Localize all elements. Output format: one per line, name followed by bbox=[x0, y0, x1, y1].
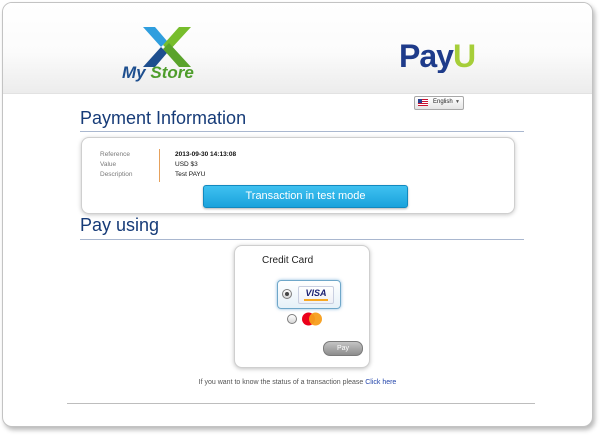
payu-logo: PayU bbox=[399, 39, 476, 73]
radio-selected-dot bbox=[285, 292, 289, 296]
reference-label: Reference bbox=[100, 151, 130, 158]
chevron-down-icon: ▼ bbox=[455, 99, 460, 105]
heading-divider bbox=[80, 239, 524, 240]
language-select[interactable]: English ▼ bbox=[414, 96, 464, 110]
visa-radio[interactable] bbox=[282, 289, 292, 299]
header: My Store PayU bbox=[3, 3, 592, 94]
us-flag-icon bbox=[418, 99, 428, 106]
description-value: Test PAYU bbox=[175, 171, 206, 178]
credit-card-panel: Credit Card VISA Pay bbox=[234, 245, 370, 368]
visa-label: VISA bbox=[305, 288, 327, 298]
language-label: English bbox=[433, 99, 453, 105]
credit-card-title: Credit Card bbox=[262, 255, 314, 266]
store-name: My Store bbox=[122, 63, 194, 83]
description-label: Description bbox=[100, 171, 133, 178]
status-note: If you want to know the status of a tran… bbox=[3, 379, 592, 386]
mastercard-icon bbox=[302, 312, 322, 326]
mastercard-radio[interactable] bbox=[287, 314, 297, 324]
visa-stripe bbox=[304, 299, 328, 301]
store-name-part1: My bbox=[122, 63, 146, 82]
reference-value: 2013-09-30 14:13:08 bbox=[175, 151, 237, 158]
payment-information-heading: Payment Information bbox=[80, 108, 247, 128]
mastercard-option[interactable] bbox=[287, 312, 327, 326]
pay-using-heading: Pay using bbox=[80, 215, 160, 235]
visa-card-icon: VISA bbox=[298, 286, 334, 304]
svg-text:PayU: PayU bbox=[399, 39, 475, 73]
heading-divider bbox=[80, 131, 524, 132]
payment-window: My Store PayU English ▼ Payment Informat… bbox=[2, 2, 593, 427]
info-divider bbox=[159, 149, 160, 182]
pay-button[interactable]: Pay bbox=[323, 341, 363, 356]
status-note-text: If you want to know the status of a tran… bbox=[198, 379, 366, 386]
footer-divider bbox=[67, 403, 535, 404]
visa-option[interactable]: VISA bbox=[277, 280, 341, 309]
status-click-here-link[interactable]: Click here bbox=[365, 379, 396, 386]
test-mode-badge: Transaction in test mode bbox=[203, 185, 408, 208]
value-value: USD $3 bbox=[175, 161, 198, 168]
value-label: Value bbox=[100, 161, 117, 168]
payment-info-panel: Reference 2013-09-30 14:13:08 Value USD … bbox=[81, 137, 515, 214]
store-name-part2: Store bbox=[150, 63, 194, 82]
